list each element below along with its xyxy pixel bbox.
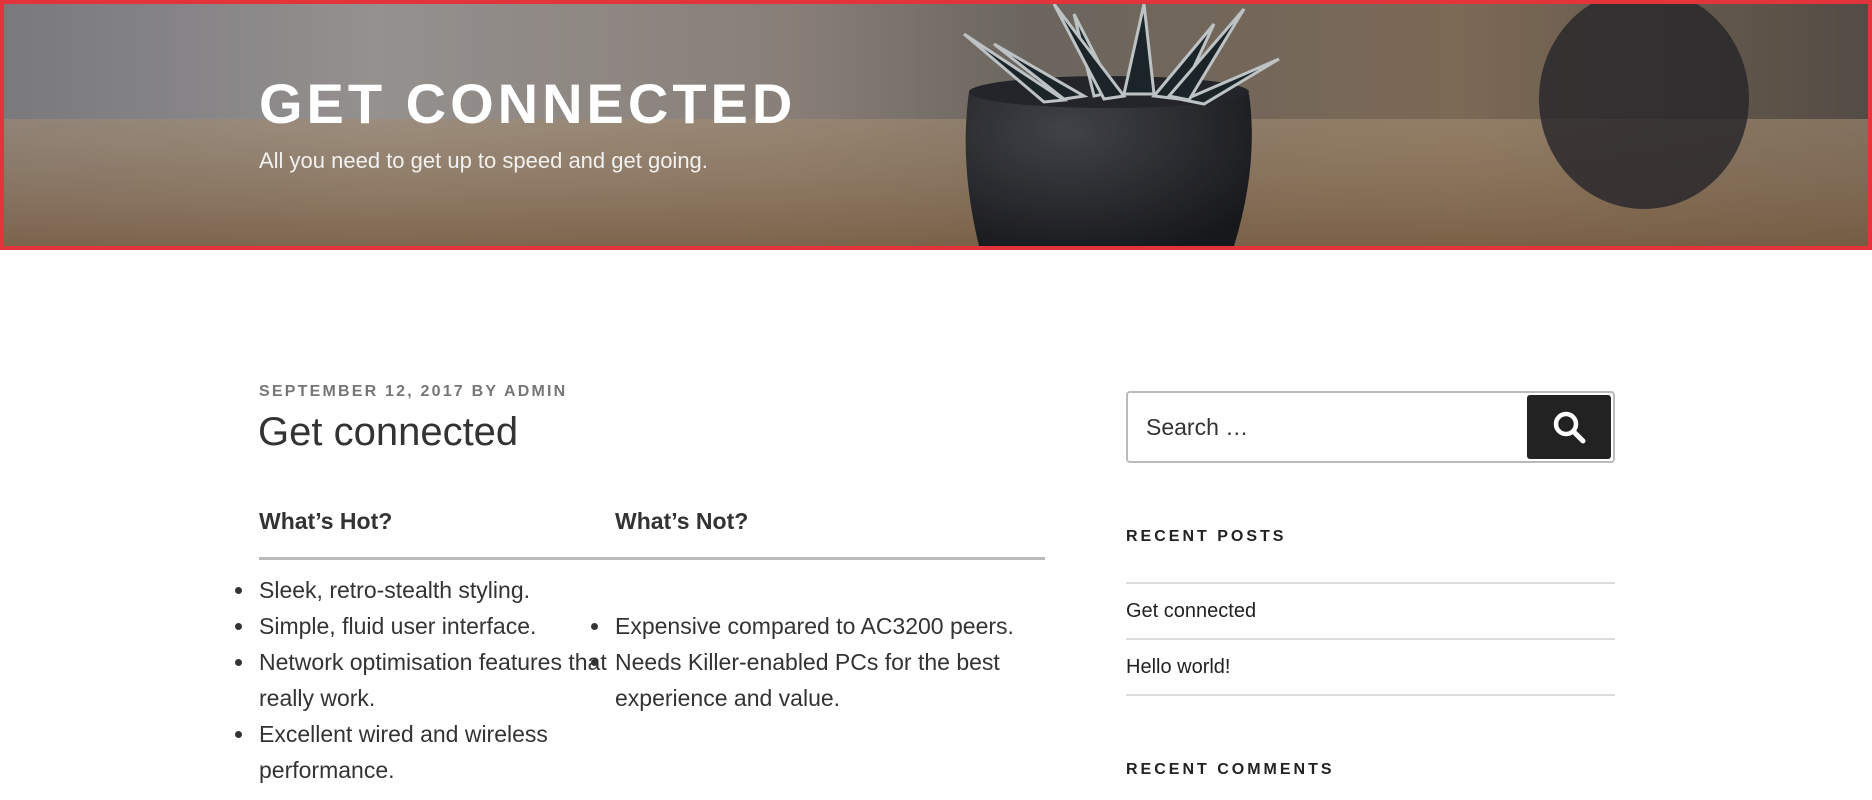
not-list: Expensive compared to AC3200 peers. Need… xyxy=(591,608,1045,716)
site-description: All you need to get up to speed and get … xyxy=(259,148,708,173)
site-title[interactable]: GET CONNECTED xyxy=(259,76,796,132)
recent-posts-list: Get connected Hello world! xyxy=(1126,582,1615,696)
search-input[interactable] xyxy=(1130,395,1510,459)
search-button[interactable] xyxy=(1527,395,1611,459)
hot-cell: Sleek, retro-stealth styling. Simple, fl… xyxy=(235,559,615,789)
entry-title: Get connected xyxy=(258,410,519,454)
list-item: Network optimisation features that reall… xyxy=(235,644,615,716)
recent-post-link[interactable]: Get connected xyxy=(1126,600,1256,622)
list-item: Hello world! xyxy=(1126,638,1615,696)
recent-post-link[interactable]: Hello world! xyxy=(1126,656,1230,678)
list-item: Get connected xyxy=(1126,582,1615,638)
table-header-hot: What’s Hot? xyxy=(259,500,615,560)
post-author[interactable]: ADMIN xyxy=(504,383,567,400)
hot-list: Sleek, retro-stealth styling. Simple, fl… xyxy=(235,572,615,788)
post-by: BY xyxy=(471,383,498,400)
list-item: Excellent wired and wireless performance… xyxy=(235,716,615,788)
comparison-table: What’s Hot? What’s Not? Sleek, retro-ste… xyxy=(235,500,1045,789)
entry-meta: SEPTEMBER 12, 2017 BY ADMIN xyxy=(259,383,567,401)
recent-posts-title: RECENT POSTS xyxy=(1126,528,1287,545)
not-cell: Expensive compared to AC3200 peers. Need… xyxy=(591,559,1045,789)
table-header-not: What’s Not? xyxy=(615,500,1045,560)
post-date[interactable]: SEPTEMBER 12, 2017 xyxy=(259,383,465,400)
list-item: Needs Killer-enabled PCs for the best ex… xyxy=(591,644,1045,716)
list-item: Simple, fluid user interface. xyxy=(235,608,615,644)
search-form xyxy=(1126,391,1615,463)
list-item: Sleek, retro-stealth styling. xyxy=(235,572,615,608)
recent-comments-title: RECENT COMMENTS xyxy=(1126,761,1335,778)
site-header: GET CONNECTED All you need to get up to … xyxy=(0,0,1872,250)
search-icon xyxy=(1553,411,1586,444)
list-item: Expensive compared to AC3200 peers. xyxy=(591,608,1045,644)
